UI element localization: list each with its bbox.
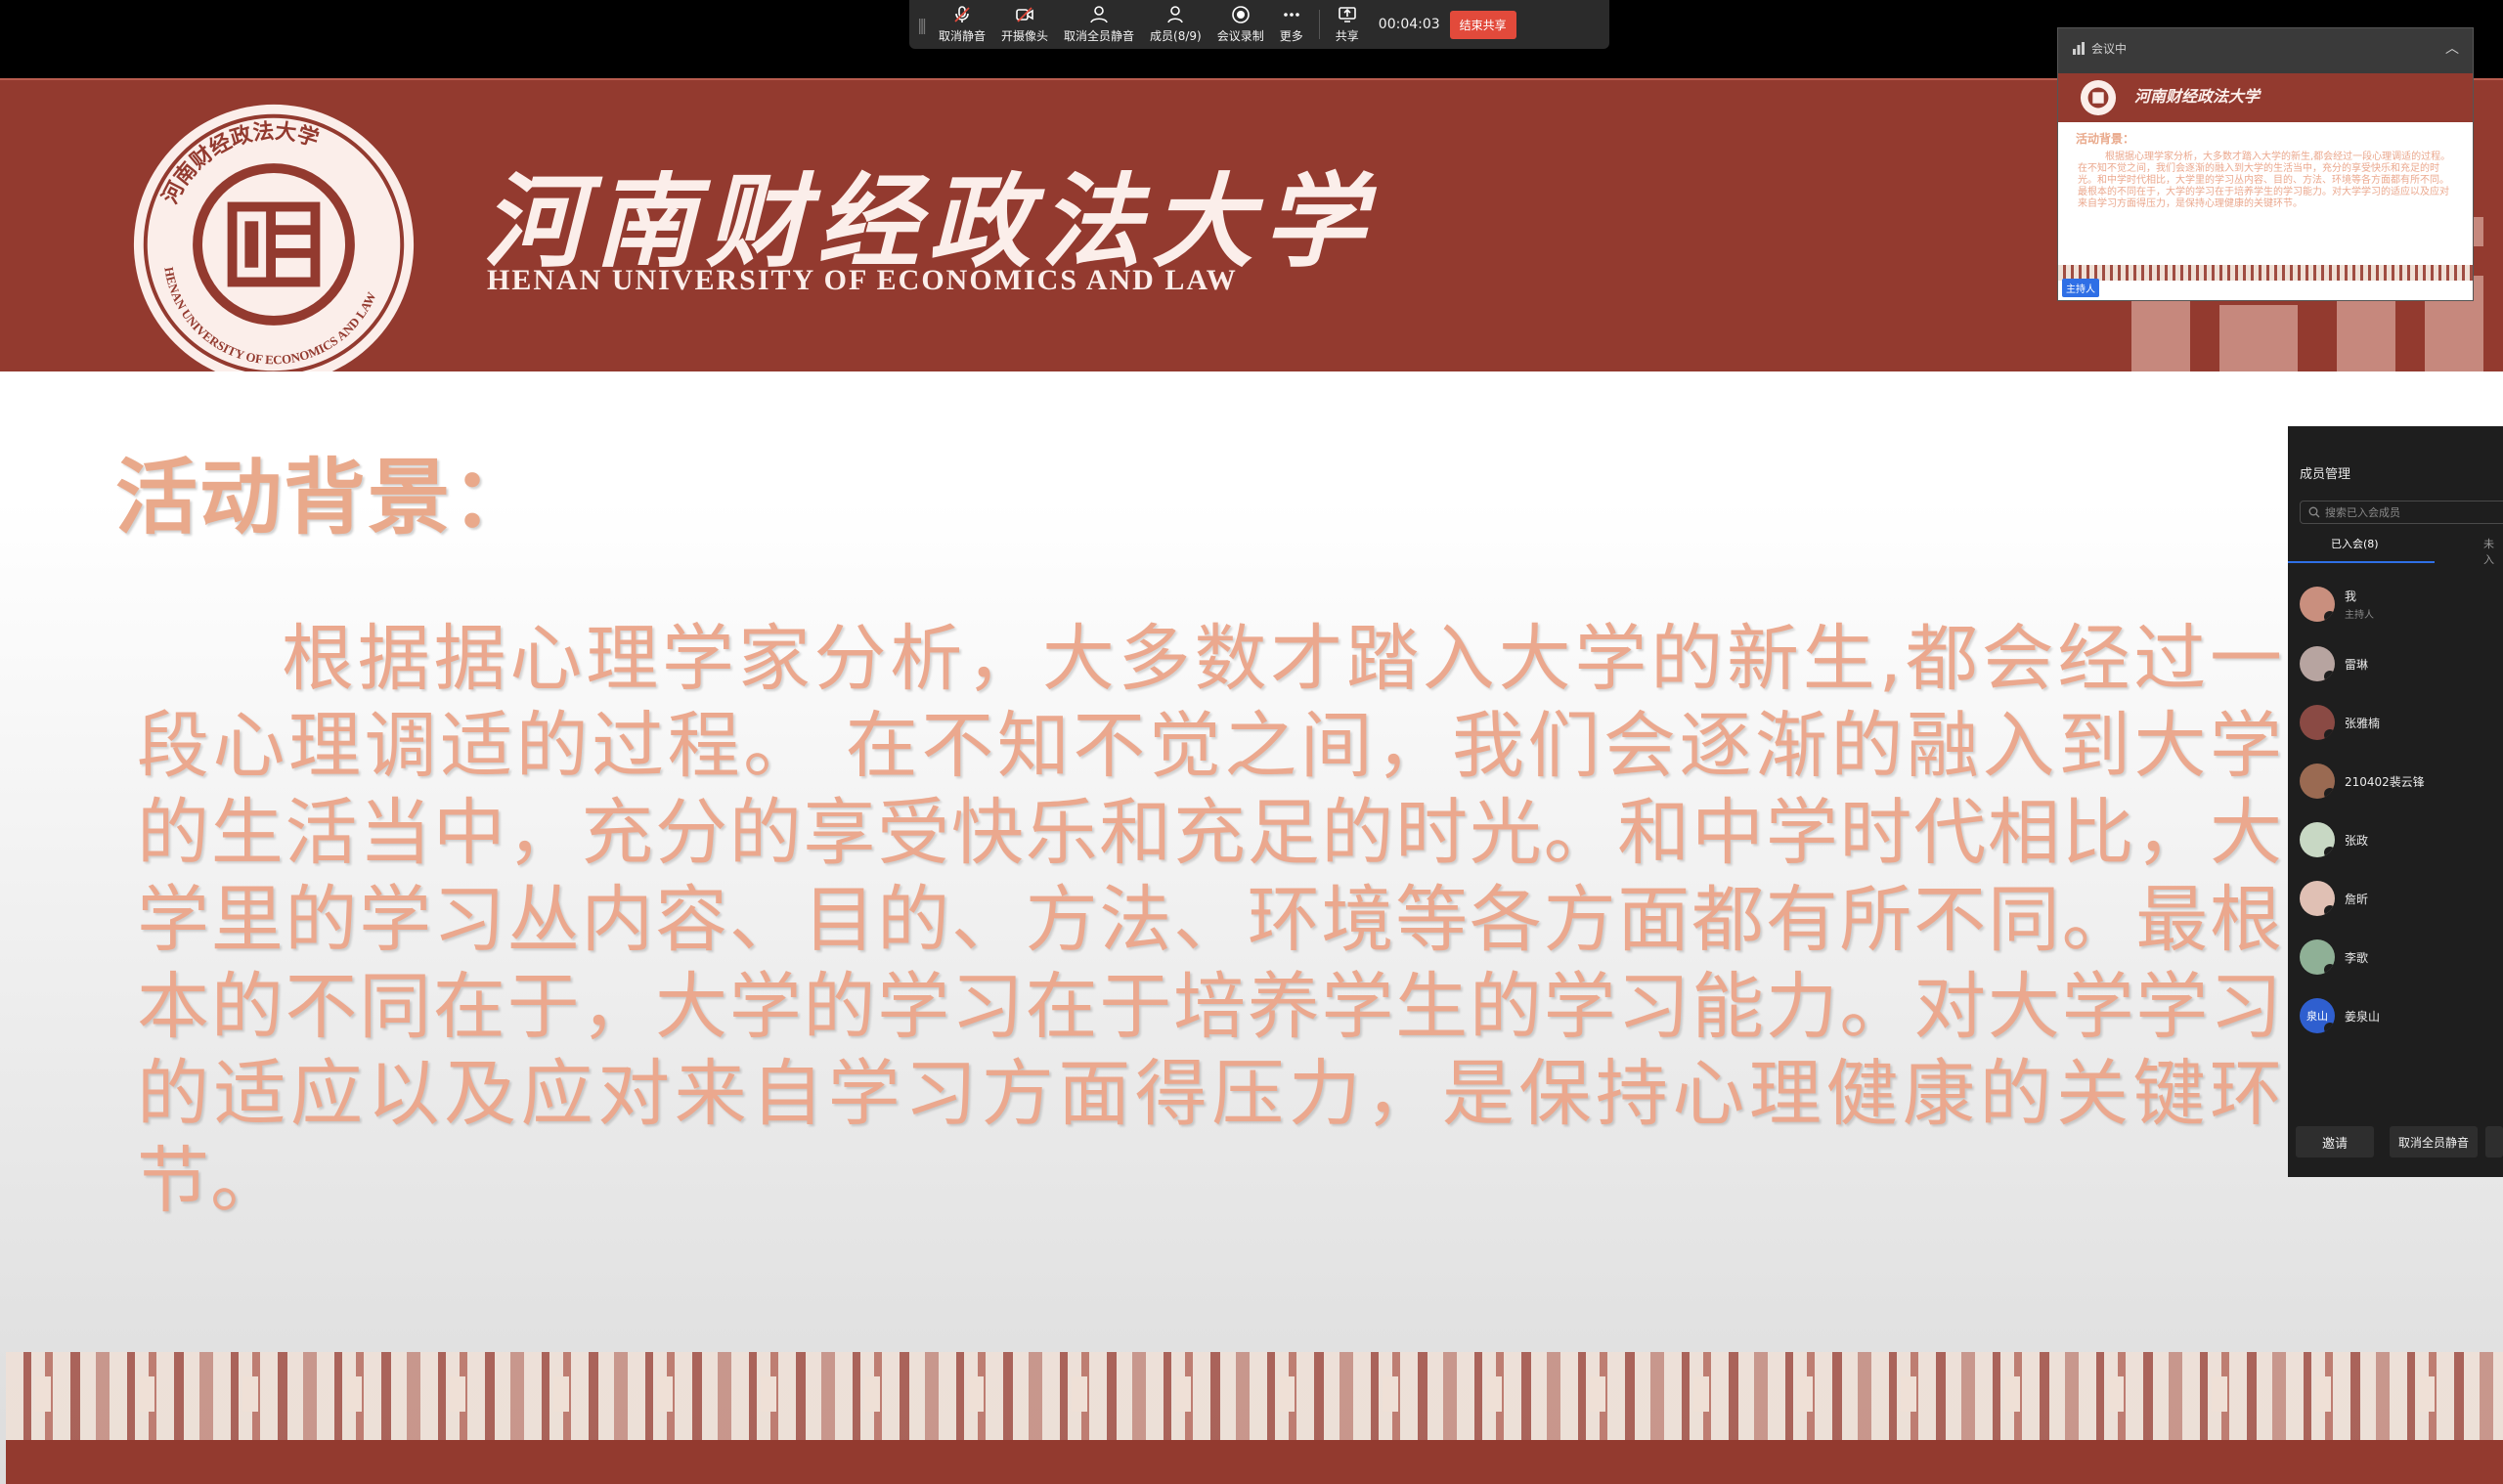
camera-button[interactable]: 开摄像头 (993, 0, 1056, 49)
invite-button[interactable]: 邀请 (2296, 1126, 2374, 1157)
record-icon (1231, 6, 1250, 23)
unmute-all-button[interactable]: 取消全员静音 (1056, 0, 1142, 49)
self-label: 我 (2117, 284, 2127, 295)
share-screen-icon (1338, 7, 1356, 22)
thumbnail-banner: 河南财经政法大学 (2058, 73, 2473, 122)
camera-label: 开摄像头 (1001, 29, 1049, 43)
avatar (2300, 587, 2335, 622)
thumbnail-university-name: 河南财经政法大学 (2134, 87, 2261, 106)
record-button[interactable]: 会议录制 (1209, 0, 1272, 49)
member-row[interactable]: 泉山 姜泉山 (2300, 996, 2495, 1035)
mute-all-icon (1090, 6, 1108, 23)
share-button[interactable]: 共享 (1328, 0, 1367, 49)
member-management-panel: 成员管理 搜索已入会成员 已入会(8) 未入 我主持人 雷琳 张雅楠 21040… (2288, 426, 2503, 1177)
tab-underline (2288, 561, 2435, 563)
thumbnail-host-bar: 主持人 我 (2062, 279, 2127, 297)
end-share-button[interactable]: 结束共享 (1449, 10, 1516, 39)
member-name: 李歌 (2345, 950, 2369, 965)
search-placeholder: 搜索已入会成员 (2325, 506, 2400, 519)
avatar (2300, 822, 2335, 857)
meeting-status: 会议中 (2091, 41, 2128, 56)
search-icon (2308, 506, 2320, 518)
member-name: 姜泉山 (2345, 1009, 2381, 1024)
avatar (2300, 764, 2335, 799)
unmute-button[interactable]: 取消静音 (931, 0, 993, 49)
thumbnail-body: 根据据心理学家分析，大多数才踏入大学的新生,都会经过一段心理调适的过程。 在不知… (2078, 152, 2451, 209)
thumbnail-title: 活动背景： (2076, 132, 2135, 146)
share-label: 共享 (1335, 29, 1359, 43)
member-row[interactable]: 张政 (2300, 820, 2495, 859)
avatar: 泉山 (2300, 998, 2335, 1033)
unmute-label: 取消静音 (939, 29, 987, 43)
university-seal-logo: 河南财经政法大学 HENAN UNIVERSITY OF ECONOMICS A… (133, 104, 415, 371)
member-role: 主持人 (2345, 610, 2374, 621)
unmute-all-label: 取消全员静音 (1064, 29, 1135, 43)
microphone-icon (954, 6, 970, 22)
host-mic-icon (2103, 282, 2113, 291)
unmute-all-panel-button[interactable]: 取消全员静音 (2390, 1126, 2478, 1157)
signal-bars-icon (2073, 42, 2085, 55)
toolbar-divider (1318, 10, 1320, 39)
member-name: 雷琳 (2345, 657, 2369, 672)
member-row[interactable]: 我主持人 (2300, 585, 2495, 624)
slide-body-text: 根据据心理学家分析，大多数才踏入大学的新生,都会经过一段心理调适的过程。 在不知… (137, 617, 2283, 1223)
member-row[interactable]: 雷琳 (2300, 644, 2495, 683)
member-row[interactable]: 李歌 (2300, 938, 2495, 977)
more-icon (1283, 13, 1299, 17)
thumbnail-seal-logo (2080, 79, 2117, 116)
panel-title: 成员管理 (2300, 467, 2351, 482)
avatar (2300, 705, 2335, 740)
meeting-thumbnail-preview[interactable]: 会议中 ︿ 河南财经政法大学 活动背景： 根据据心理学家分析，大多数才踏入大学的… (2057, 27, 2474, 301)
panel-tabs: 已入会(8) 未入 (2288, 536, 2503, 566)
slide-title: 活动背景： (115, 450, 537, 546)
thumbnail-header: 会议中 ︿ (2058, 28, 2473, 67)
members-icon (1167, 6, 1184, 23)
meeting-timer: 00:04:03 (1378, 17, 1440, 32)
avatar (2300, 646, 2335, 681)
more-button[interactable]: 更多 (1272, 0, 1311, 49)
member-name: 张政 (2345, 833, 2369, 848)
university-name-en: HENAN UNIVERSITY OF ECONOMICS AND LAW (487, 264, 1238, 296)
members-button[interactable]: 成员(8/9) (1142, 0, 1209, 49)
meeting-toolbar: ||| 取消静音 开摄像头 取消全员静音 成员(8/9) 会议录制 更多 共享 … (909, 0, 1609, 49)
more-label: 更多 (1279, 29, 1303, 43)
member-search-input[interactable]: 搜索已入会成员 (2300, 501, 2503, 524)
member-name: 詹昕 (2345, 892, 2369, 906)
avatar-initials: 泉山 (2306, 1010, 2328, 1023)
tab-not-joined[interactable]: 未入 (2483, 536, 2503, 567)
record-label: 会议录制 (1216, 29, 1264, 43)
tab-joined[interactable]: 已入会(8) (2331, 536, 2379, 559)
member-row[interactable]: 210402裴云锋 (2300, 762, 2495, 801)
decorative-pattern-stripe (6, 1376, 2503, 1412)
drag-handle-icon[interactable]: ||| (917, 16, 931, 34)
host-tag: 主持人 (2062, 279, 2099, 297)
member-name: 张雅楠 (2345, 716, 2381, 730)
camera-off-icon (1016, 7, 1033, 22)
panel-more-button[interactable] (2485, 1126, 2503, 1157)
avatar (2300, 881, 2335, 916)
avatar (2300, 939, 2335, 975)
collapse-chevron-icon[interactable]: ︿ (2445, 38, 2459, 58)
member-row[interactable]: 张雅楠 (2300, 703, 2495, 742)
thumbnail-slide: 河南财经政法大学 活动背景： 根据据心理学家分析，大多数才踏入大学的新生,都会经… (2058, 73, 2473, 300)
member-name: 我 (2345, 589, 2357, 603)
member-name: 210402裴云锋 (2345, 774, 2425, 789)
slide-bottom-bar (6, 1440, 2503, 1484)
members-label: 成员(8/9) (1150, 29, 1202, 43)
member-row[interactable]: 詹昕 (2300, 879, 2495, 918)
